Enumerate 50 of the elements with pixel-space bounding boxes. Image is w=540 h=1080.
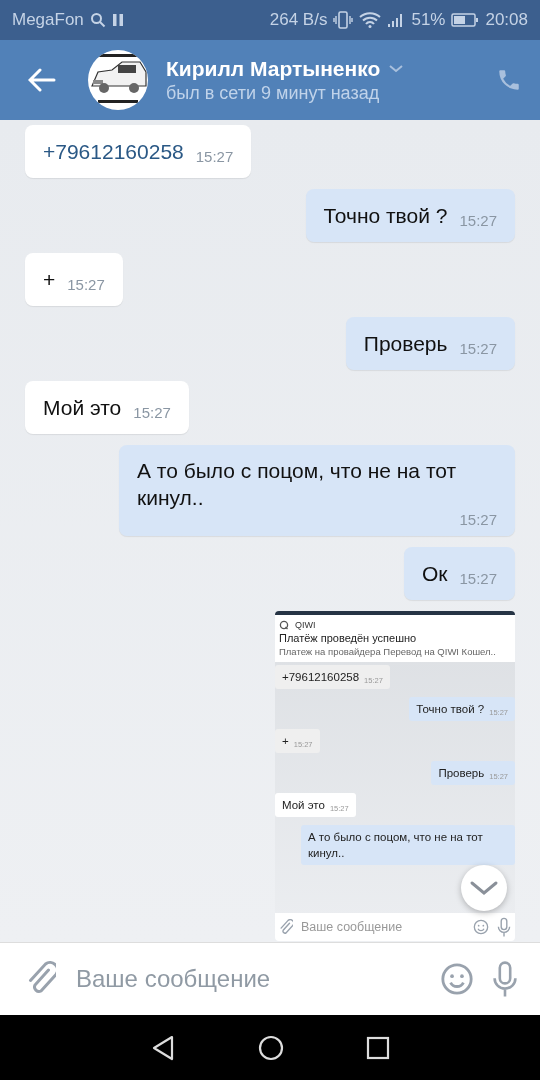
message-text: +79612160258 [282, 670, 360, 685]
message-text: Ок [421, 561, 448, 587]
notification-text: Платеж на провайдера Перевод на QIWI Кошел.. [279, 646, 497, 657]
qiwi-logo-icon [279, 620, 289, 630]
message-text: + [282, 734, 289, 749]
home-icon[interactable] [257, 1033, 285, 1062]
microphone-icon[interactable] [492, 959, 518, 999]
message-time: 15:27 [459, 212, 497, 229]
message-text: А то было с поцом, что не на тот кинул.. [308, 830, 484, 861]
message-time: 15:27 [459, 570, 497, 587]
phone-icon[interactable] [496, 67, 522, 93]
clock: 20:08 [485, 10, 528, 30]
notification-title: Платёж проведён успешно [279, 632, 418, 644]
carrier-name: MegaFon [12, 10, 84, 30]
recents-icon[interactable] [365, 1035, 390, 1060]
battery-icon [451, 12, 480, 28]
message-text: Точно твой ? [416, 702, 485, 717]
message-time: 15:27 [133, 404, 171, 421]
message-text: + [43, 267, 56, 293]
back-arrow-icon[interactable] [28, 68, 56, 92]
vibrate-icon [333, 11, 354, 29]
message-placeholder: Ваше сообщение [301, 920, 404, 934]
message-time: 15:27 [459, 340, 497, 357]
pause-icon [111, 13, 124, 27]
paperclip-icon[interactable] [279, 918, 293, 936]
contact-name: Кирилл Мартыненко [166, 56, 381, 81]
phone-link[interactable]: +79612160258 [43, 138, 184, 165]
message-text: А то было с поцом, что не на тот кинул.. [137, 458, 458, 511]
battery-percent: 51% [411, 10, 446, 30]
last-seen-status: был в сети 9 минут назад [166, 82, 381, 104]
scroll-down-button[interactable] [461, 865, 507, 911]
network-speed: 264 B/s [269, 10, 328, 30]
chevron-down-icon [469, 880, 499, 896]
message-input[interactable]: Ваше сообщение [74, 964, 422, 994]
message-time: 15:27 [67, 276, 105, 293]
wifi-icon [359, 12, 382, 28]
smiley-icon[interactable] [440, 962, 474, 996]
chevron-down-icon[interactable] [388, 63, 405, 74]
message-text: Проверь [363, 331, 448, 357]
message-text: Проверь [438, 766, 485, 781]
notification-app: QIWI [295, 620, 316, 630]
microphone-icon[interactable] [497, 916, 511, 938]
search-icon [89, 12, 106, 28]
message-text: Мой это [43, 395, 122, 421]
message-time: 15:27 [195, 148, 234, 165]
message-text: Точно твой ? [323, 203, 448, 229]
smiley-icon[interactable] [473, 919, 489, 935]
screenshot-attachment[interactable] [275, 611, 515, 941]
message-text: Мой это [282, 798, 325, 813]
message-time: 15:27 [459, 511, 497, 528]
